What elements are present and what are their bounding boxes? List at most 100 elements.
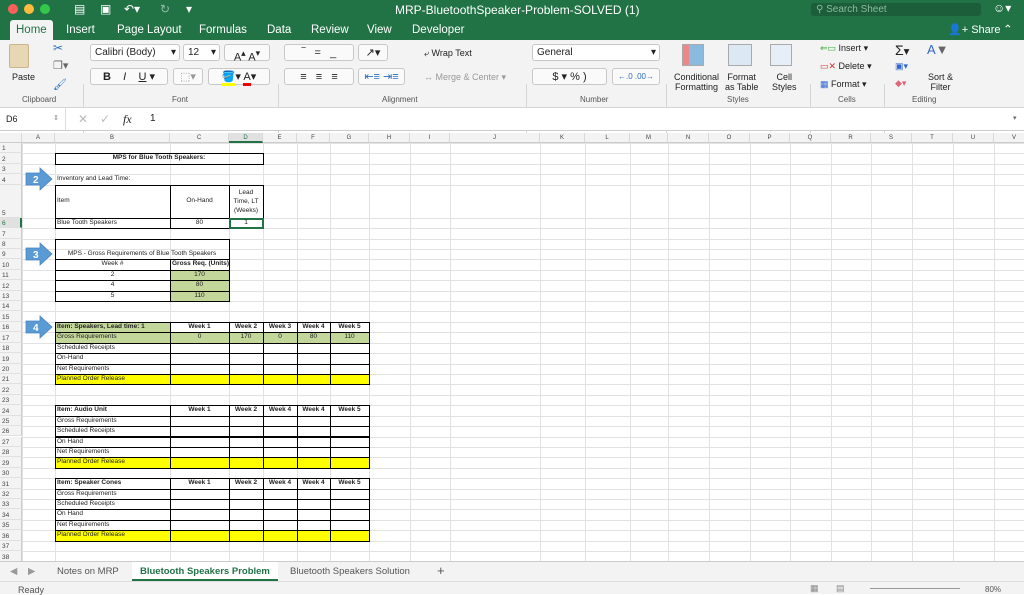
row-header-17[interactable]: 17	[0, 332, 22, 343]
redo-icon[interactable]: ↻	[160, 2, 170, 16]
row-header-31[interactable]: 31	[0, 478, 22, 489]
column-header-R[interactable]: R	[831, 133, 871, 143]
row-header-4[interactable]: 4	[0, 174, 22, 185]
row-header-12[interactable]: 12	[0, 280, 22, 291]
column-header-O[interactable]: O	[709, 133, 750, 143]
cell-B35[interactable]: Net Requirements	[55, 520, 170, 530]
cell-B21[interactable]: Planned Order Release	[55, 374, 170, 384]
row-header-35[interactable]: 35	[0, 519, 22, 531]
cell-F24[interactable]: Week 4	[297, 405, 330, 415]
column-header-J[interactable]: J	[450, 133, 540, 143]
column-header-B[interactable]: B	[55, 133, 170, 143]
column-header-S[interactable]: S	[871, 133, 912, 143]
row-header-15[interactable]: 15	[0, 311, 22, 322]
cell-F16[interactable]: Week 4	[297, 322, 330, 332]
name-box[interactable]: D6 ⇕	[0, 108, 66, 130]
cell-F31[interactable]: Week 4	[297, 478, 330, 488]
undo-icon[interactable]: ↶▾	[124, 2, 140, 16]
column-header-P[interactable]: P	[750, 133, 790, 143]
font-color-icon[interactable]: A	[243, 71, 251, 86]
conditional-formatting-icon[interactable]	[682, 44, 704, 66]
cell-B10[interactable]: Week #	[55, 259, 170, 269]
row-header-5[interactable]: 5	[0, 184, 22, 218]
comma-button[interactable]: )	[583, 71, 587, 83]
cell-B12[interactable]: 4	[55, 280, 170, 290]
select-all-corner[interactable]	[0, 133, 22, 143]
cell-D16[interactable]: Week 2	[229, 322, 263, 332]
cell-B18[interactable]: Scheduled Receipts	[55, 343, 170, 353]
column-header-A[interactable]: A	[22, 133, 55, 143]
cell-B5[interactable]: Item	[55, 185, 170, 218]
tab-data[interactable]: Data	[267, 20, 291, 40]
row-header-36[interactable]: 36	[0, 530, 22, 541]
cell-E31[interactable]: Week 4	[263, 478, 297, 488]
format-as-table-icon[interactable]	[728, 44, 752, 66]
paste-button[interactable]: Paste	[12, 72, 35, 82]
tab-insert[interactable]: Insert	[66, 20, 95, 40]
cell-D24[interactable]: Week 2	[229, 405, 263, 415]
wrap-text-button[interactable]: ⤶ Wrap Text	[424, 48, 472, 59]
autosum-icon[interactable]: Σ▾	[895, 42, 910, 58]
font-style-buttons[interactable]: B I U ▾	[90, 68, 168, 85]
row-header-23[interactable]: 23	[0, 394, 22, 406]
cell-C11[interactable]: 170	[170, 270, 229, 280]
row-header-2[interactable]: 2	[0, 153, 22, 164]
row-header-24[interactable]: 24	[0, 405, 22, 416]
smiley-feedback-icon[interactable]: ☺▾	[993, 1, 1011, 15]
row-header-32[interactable]: 32	[0, 488, 22, 499]
orientation-button[interactable]: ↗▾	[358, 44, 388, 61]
column-header-I[interactable]: I	[410, 133, 450, 143]
sheet-tab-notes-on-mrp[interactable]: Notes on MRP	[57, 566, 119, 577]
row-header-20[interactable]: 20	[0, 363, 22, 374]
font-size-select[interactable]: 12 ▾	[183, 44, 220, 61]
sort-filter-button[interactable]: Sort & Filter	[928, 72, 953, 92]
column-header-G[interactable]: G	[330, 133, 369, 143]
cut-icon[interactable]: ✂	[53, 41, 63, 55]
conditional-formatting-button[interactable]: Conditional Formatting	[674, 72, 719, 92]
cell-C31[interactable]: Week 1	[170, 478, 229, 488]
format-as-table-button[interactable]: Format as Table	[725, 72, 758, 92]
insert-cells-button[interactable]: ⇐▭ Insert ▾	[820, 43, 868, 54]
copy-icon[interactable]: ❐▾	[53, 59, 68, 72]
bold-button[interactable]: B	[103, 71, 111, 83]
italic-button[interactable]: I	[123, 71, 126, 83]
column-header-D[interactable]: D	[229, 133, 263, 143]
row-header-13[interactable]: 13	[0, 290, 22, 302]
maximize-window-button[interactable]	[40, 4, 50, 14]
cell-C17[interactable]: 0	[170, 332, 229, 342]
cell-styles-icon[interactable]	[770, 44, 792, 66]
underline-button[interactable]: U	[138, 71, 146, 83]
cell-B2[interactable]: MPS for Blue Tooth Speakers:	[55, 153, 263, 163]
tab-formulas[interactable]: Formulas	[199, 20, 247, 40]
currency-button[interactable]: $	[552, 71, 558, 83]
borders-button[interactable]: ⬚▾	[173, 68, 203, 85]
cell-B34[interactable]: On Hand	[55, 509, 170, 519]
cell-styles-button[interactable]: Cell Styles	[772, 72, 797, 92]
cell-D6[interactable]: 1	[229, 218, 263, 228]
row-header-1[interactable]: 1	[0, 143, 22, 154]
scroll-tabs-left-icon[interactable]: ◀	[10, 566, 17, 577]
normal-view-icon[interactable]: ▦	[810, 583, 819, 594]
cell-B11[interactable]: 2	[55, 270, 170, 280]
cell-B33[interactable]: Scheduled Receipts	[55, 499, 170, 509]
cell-D17[interactable]: 170	[229, 332, 263, 342]
tab-view[interactable]: View	[367, 20, 392, 40]
fill-and-font-color-buttons[interactable]: 🪣▾ A▾	[208, 68, 270, 86]
row-header-3[interactable]: 3	[0, 163, 22, 175]
vertical-align-buttons[interactable]: ‾ = _	[284, 44, 354, 61]
row-header-30[interactable]: 30	[0, 467, 22, 479]
row-header-37[interactable]: 37	[0, 540, 22, 552]
column-header-N[interactable]: N	[668, 133, 709, 143]
tab-developer[interactable]: Developer	[412, 20, 464, 40]
cell-C16[interactable]: Week 1	[170, 322, 229, 332]
scroll-tabs-right-icon[interactable]: ▶	[28, 566, 35, 577]
row-header-28[interactable]: 28	[0, 446, 22, 458]
row-header-6[interactable]: 6	[0, 217, 22, 229]
cell-G16[interactable]: Week 5	[330, 322, 369, 332]
cell-B16[interactable]: Item: Speakers, Lead time: 1	[55, 322, 170, 332]
share-button[interactable]: 👤+ Share	[948, 20, 1001, 40]
cell-B17[interactable]: Gross Requirements	[55, 332, 170, 342]
row-header-38[interactable]: 38	[0, 551, 22, 562]
cell-B20[interactable]: Net Requirements	[55, 364, 170, 374]
cell-B36[interactable]: Planned Order Release	[55, 530, 170, 540]
